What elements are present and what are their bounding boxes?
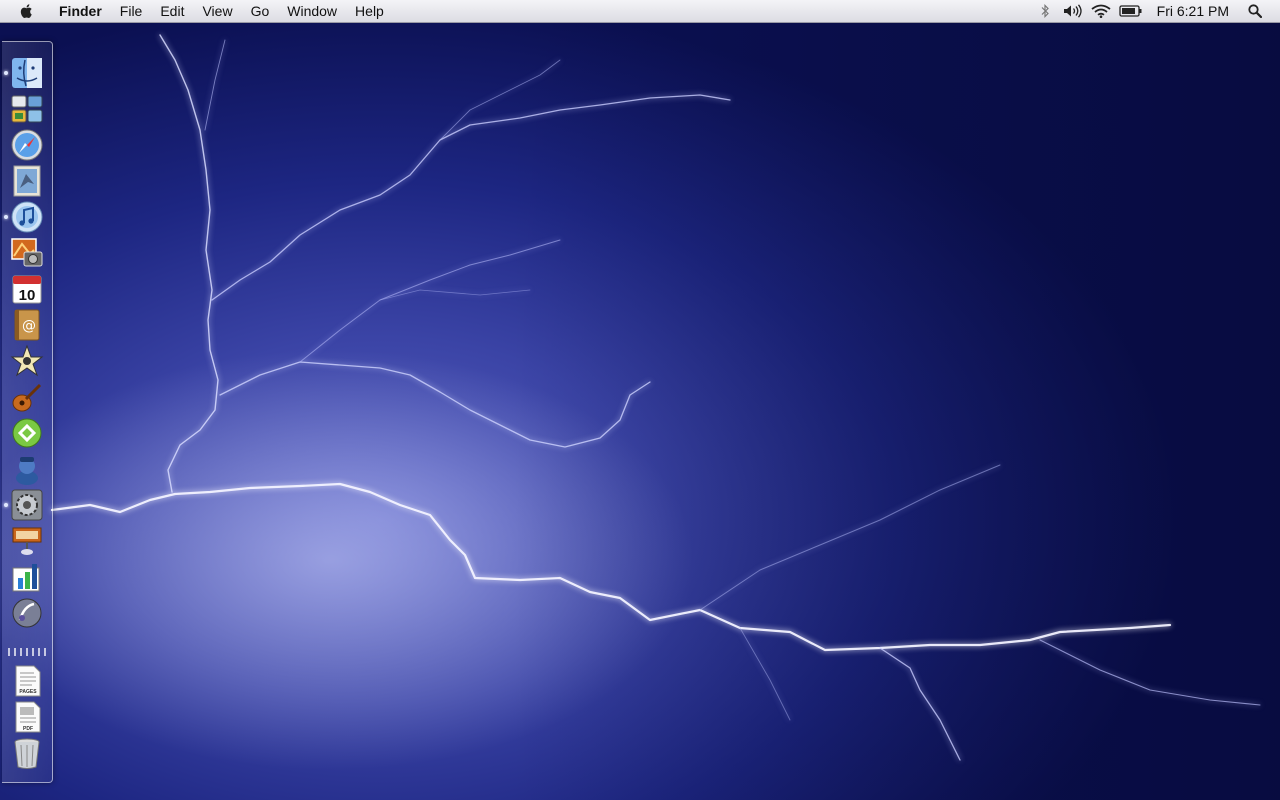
address-book-icon: @ — [14, 309, 40, 341]
menu-extras: Fri 6:21 PM — [1031, 0, 1280, 22]
ical-date-label: 10 — [19, 287, 36, 304]
dock-item-pdf-document[interactable]: PDF — [10, 700, 44, 734]
pages-doc-label: PAGES — [19, 689, 37, 695]
volume-icon[interactable] — [1062, 0, 1084, 22]
itunes-icon — [11, 201, 43, 233]
desktop-background[interactable] — [0, 0, 1280, 800]
running-indicator — [4, 215, 8, 219]
mail-icon — [13, 165, 41, 197]
apple-logo-icon[interactable] — [18, 2, 36, 20]
spotlight-search-icon[interactable] — [1244, 0, 1266, 22]
dock-item-safari[interactable] — [10, 128, 44, 162]
menu-clock[interactable]: Fri 6:21 PM — [1147, 3, 1241, 19]
dock-item-ical[interactable]: 10 — [10, 272, 44, 306]
menu-edit[interactable]: Edit — [151, 0, 193, 22]
menu-help[interactable]: Help — [346, 0, 393, 22]
pdf-document-icon: PDF — [15, 701, 41, 733]
svg-text:@: @ — [22, 318, 36, 334]
menu-view[interactable]: View — [193, 0, 241, 22]
numbers-icon — [12, 564, 40, 592]
dock-item-system-preferences[interactable] — [4, 488, 44, 522]
trash-icon — [14, 738, 40, 769]
finder-icon — [12, 58, 42, 88]
menu-go[interactable]: Go — [242, 0, 279, 22]
menu-window[interactable]: Window — [278, 0, 346, 22]
system-preferences-icon — [11, 489, 43, 521]
ical-icon: 10 — [12, 275, 42, 304]
menu-app-name[interactable]: Finder — [50, 0, 111, 22]
dock: 10 @ PAGES PDF — [2, 41, 53, 783]
menu-file[interactable]: File — [111, 0, 152, 22]
dock-item-numbers[interactable] — [10, 560, 44, 594]
bluetooth-icon[interactable] — [1034, 0, 1056, 22]
pages-document-icon: PAGES — [15, 665, 41, 697]
green-app-icon — [12, 418, 42, 448]
dock-item-imovie[interactable] — [10, 344, 44, 378]
dock-item-itunes[interactable] — [4, 200, 44, 234]
dock-item-trash[interactable] — [10, 736, 44, 770]
dock-item-finder[interactable] — [4, 56, 44, 90]
dock-separator[interactable] — [8, 648, 46, 656]
dock-item-script-app[interactable] — [10, 596, 44, 630]
iphoto-icon — [11, 238, 43, 267]
imovie-icon — [10, 344, 44, 377]
menu-bar: Finder File Edit View Go Window Help Fri… — [0, 0, 1280, 23]
dock-item-garageband[interactable] — [10, 380, 44, 414]
dock-item-pages-document[interactable]: PAGES — [10, 664, 44, 698]
character-app-icon — [16, 457, 38, 485]
wifi-icon[interactable] — [1090, 0, 1112, 22]
running-indicator — [4, 71, 8, 75]
dock-item-dashboard[interactable] — [10, 92, 44, 126]
safari-icon — [11, 129, 43, 161]
dock-item-keynote[interactable] — [10, 524, 44, 558]
battery-icon[interactable] — [1118, 0, 1144, 22]
keynote-icon — [12, 527, 42, 555]
dock-item-address-book[interactable]: @ — [10, 308, 44, 342]
lightning-wallpaper — [50, 34, 1261, 761]
dock-item-mail[interactable] — [10, 164, 44, 198]
dashboard-icon — [11, 95, 43, 123]
garageband-icon — [12, 383, 42, 412]
running-indicator — [4, 503, 8, 507]
pdf-doc-label: PDF — [23, 726, 33, 732]
script-app-icon — [12, 598, 42, 628]
dock-item-iphoto[interactable] — [10, 236, 44, 270]
dock-item-green-app[interactable] — [10, 416, 44, 450]
dock-item-character-app[interactable] — [10, 452, 44, 486]
